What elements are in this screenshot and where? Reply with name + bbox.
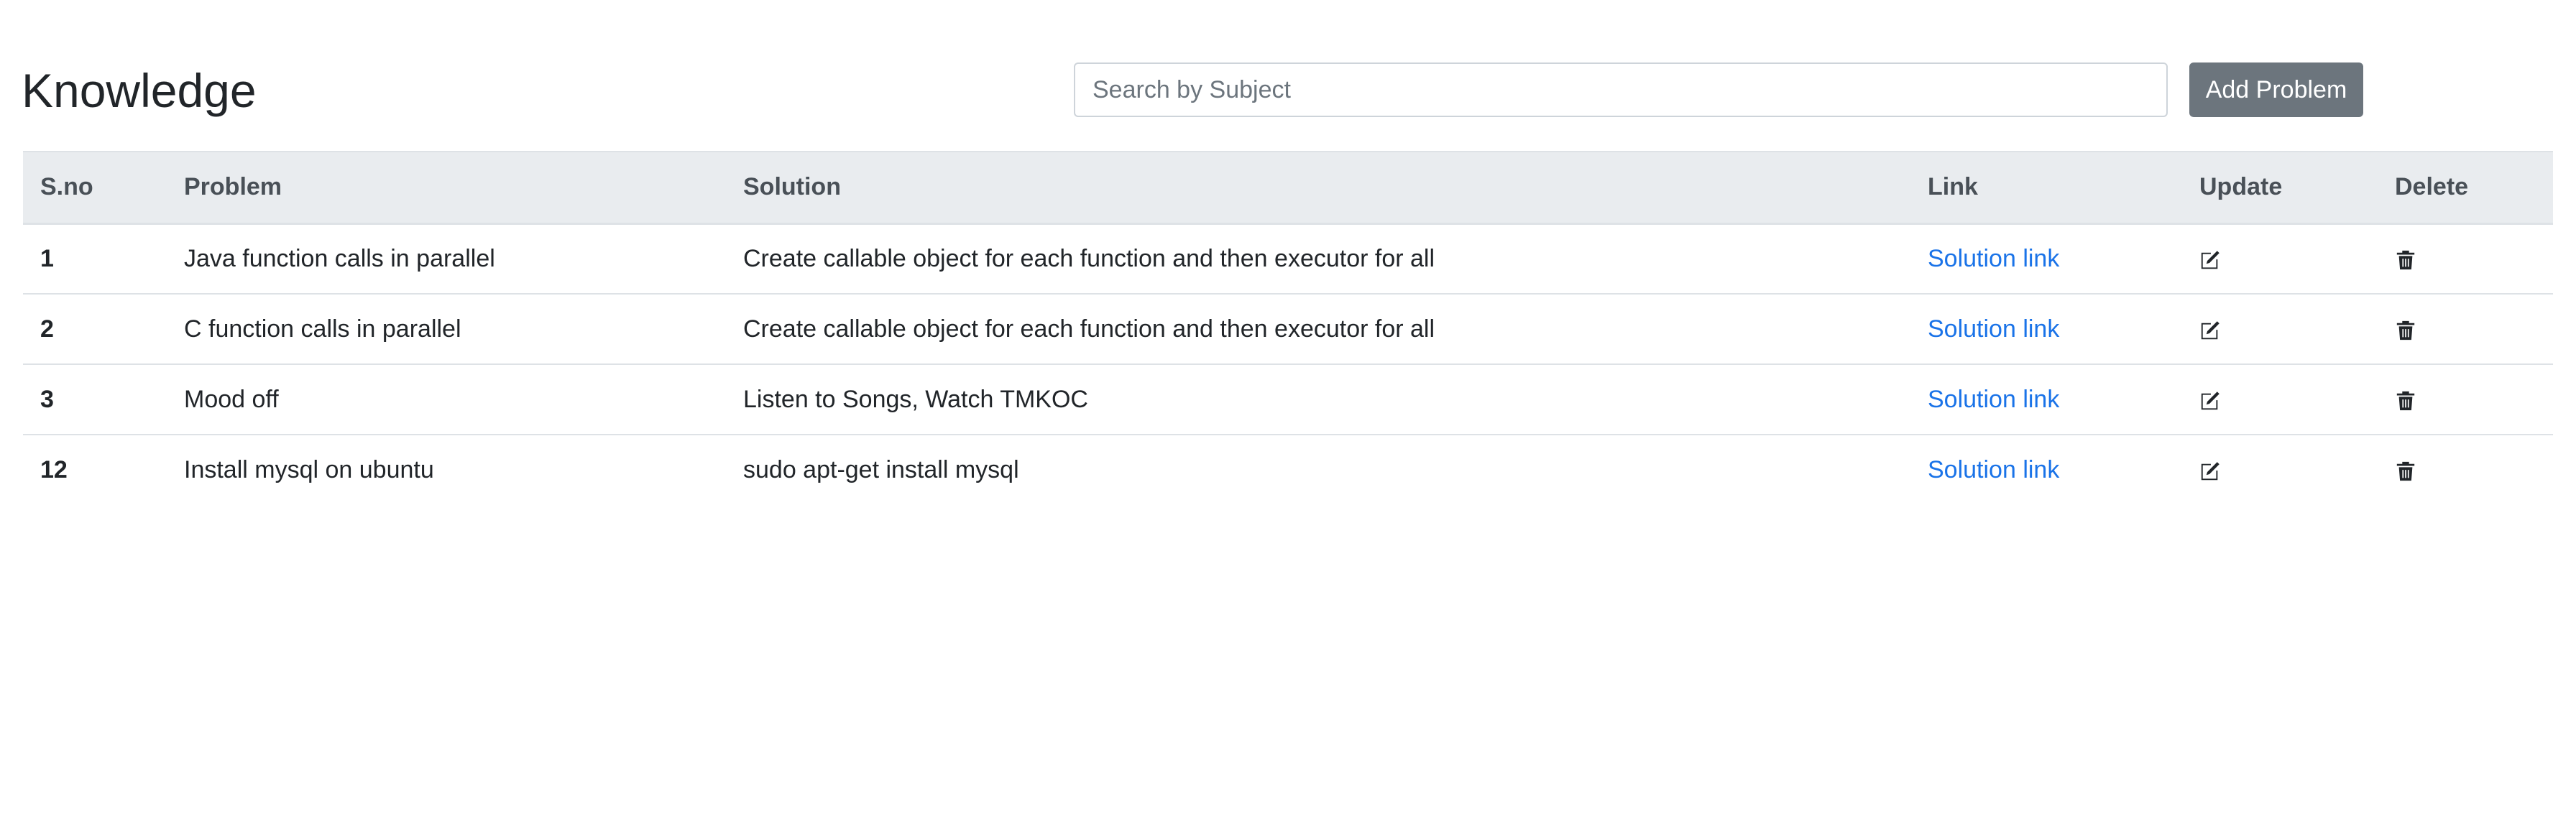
trash-icon[interactable] (2395, 460, 2416, 483)
edit-icon[interactable] (2199, 389, 2221, 412)
cell-problem: Java function calls in parallel (167, 223, 726, 295)
cell-update (2182, 223, 2378, 295)
cell-delete (2378, 294, 2553, 365)
column-header-delete: Delete (2378, 151, 2553, 225)
trash-icon[interactable] (2395, 249, 2416, 272)
cell-solution: sudo apt-get install mysql (743, 456, 1019, 483)
page-title: Knowledge (22, 64, 257, 117)
cell-delete (2378, 364, 2553, 435)
edit-icon[interactable] (2199, 319, 2221, 342)
cell-problem: Mood off (167, 364, 726, 435)
cell-link: Solution link (1910, 364, 2182, 435)
trash-icon[interactable] (2395, 319, 2416, 342)
cell-link: Solution link (1910, 294, 2182, 365)
cell-solution: Create callable object for each function… (726, 223, 1910, 295)
cell-problem: Install mysql on ubuntu (184, 456, 434, 483)
trash-icon[interactable] (2395, 389, 2416, 412)
cell-delete (2378, 223, 2553, 295)
cell-link: Solution link (1910, 435, 2182, 505)
cell-sno: 3 (23, 364, 167, 435)
table-row: 1 Java function calls in parallel Create… (23, 223, 2553, 295)
knowledge-table: S.no Problem Solution Link Update Delete… (23, 151, 2553, 505)
column-header-solution: Solution (726, 151, 1910, 225)
cell-solution: Create callable object for each function… (726, 294, 1910, 365)
edit-icon[interactable] (2199, 249, 2221, 272)
edit-icon[interactable] (2199, 460, 2221, 483)
solution-link[interactable]: Solution link (1928, 315, 2059, 343)
add-problem-button[interactable]: Add Problem (2189, 62, 2363, 117)
cell-solution: Listen to Songs, Watch TMKOC (726, 364, 1910, 435)
column-header-update: Update (2182, 151, 2378, 225)
solution-link[interactable]: Solution link (1928, 386, 2059, 413)
cell-problem: C function calls in parallel (167, 294, 726, 365)
table-row: 12 Install mysql on ubuntu sudo apt-get … (23, 435, 2553, 505)
cell-update (2182, 294, 2378, 365)
cell-link: Solution link (1910, 223, 2182, 295)
table-row: 3 Mood off Listen to Songs, Watch TMKOC … (23, 364, 2553, 435)
page: Knowledge Add Problem S.no Problem Solut… (0, 0, 2576, 834)
table-header-row: S.no Problem Solution Link Update Delete (23, 151, 2553, 225)
cell-update (2182, 435, 2378, 505)
table-row: 2 C function calls in parallel Create ca… (23, 294, 2553, 365)
column-header-sno: S.no (23, 151, 167, 225)
solution-link[interactable]: Solution link (1928, 245, 2059, 272)
column-header-problem: Problem (167, 151, 726, 225)
cell-update (2182, 364, 2378, 435)
solution-link[interactable]: Solution link (1928, 456, 2059, 483)
cell-sno: 12 (40, 456, 68, 483)
search-input[interactable] (1074, 62, 2168, 117)
cell-sno: 1 (23, 223, 167, 295)
cell-delete (2378, 435, 2553, 505)
column-header-link: Link (1910, 151, 2182, 225)
cell-sno: 2 (23, 294, 167, 365)
